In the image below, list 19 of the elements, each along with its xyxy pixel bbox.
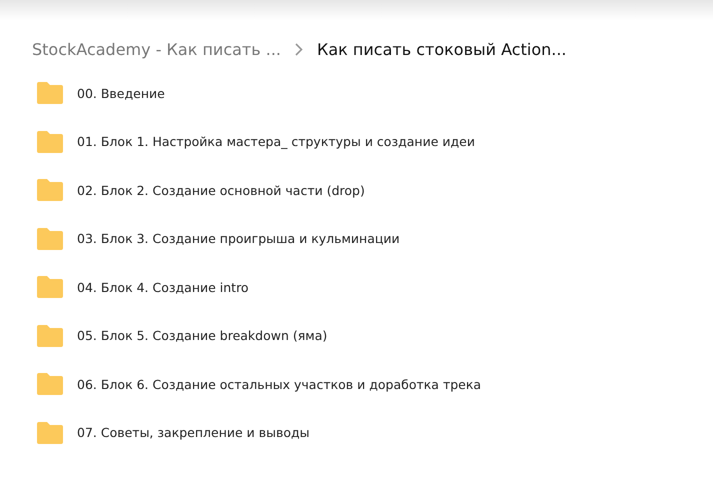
folder-icon [37,422,63,444]
folder-icon [37,130,63,152]
folder-name[interactable]: 02. Блок 2. Создание основной части (drop) [77,182,365,198]
folder-icon [37,324,63,346]
folder-name[interactable]: 07. Советы, закрепление и выводы [77,425,310,440]
folder-name[interactable]: 01. Блок 1. Настройка мастера_ структуры и создание идеи [77,134,475,149]
folder-icon [37,276,63,298]
breadcrumb-link[interactable]: Как писать стоковый Action... [317,40,566,58]
chevron-right-icon [295,42,304,56]
folder-name[interactable]: 05. Блок 5. Создание breakdown (яма) [77,328,328,343]
folder-icon [37,179,63,201]
folder-name[interactable]: 00. Введение [77,86,165,100]
folder-name[interactable]: 03. Блок 3. Создание проигрыша и кульминации [77,231,400,246]
folder-icon [37,228,63,250]
folder-icon [37,373,63,395]
folder-name[interactable]: 06. Блок 6. Создание остальных участков и доработка трека [77,376,482,392]
breadcrumb-link[interactable]: StockAcademy - Как писать ... [32,40,282,58]
folder-icon [37,82,63,104]
folder-name[interactable]: 04. Блок 4. Создание intro [77,280,249,294]
